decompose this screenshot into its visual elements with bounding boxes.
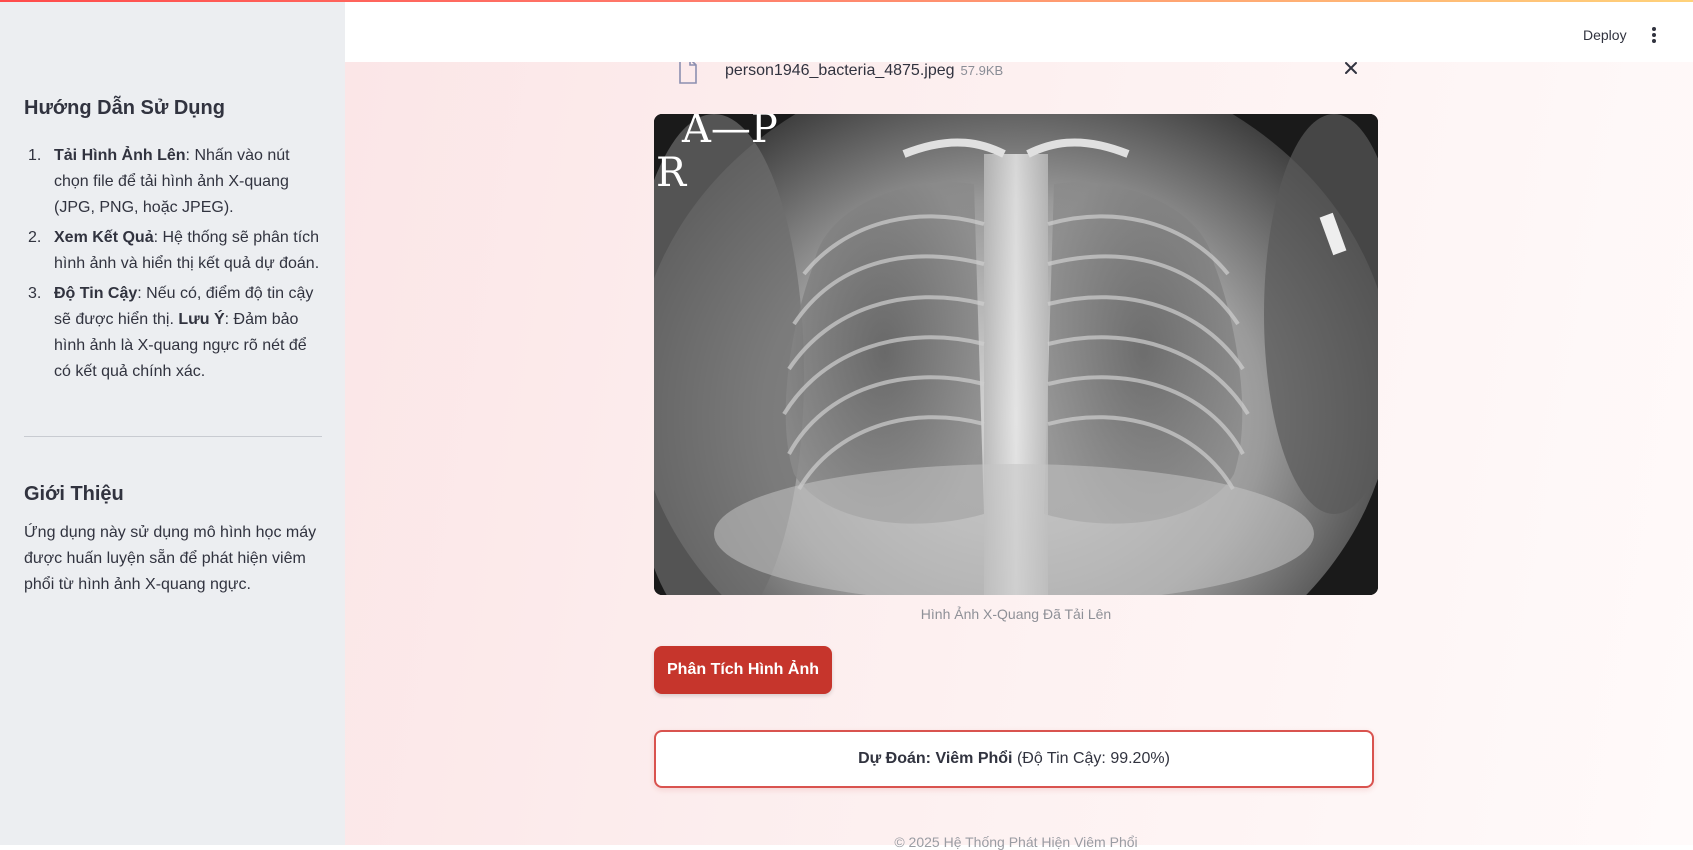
xray-label-r: R [656,150,688,196]
xray-image: A—P R [654,114,1378,595]
close-icon[interactable] [1343,60,1359,76]
file-name: person1946_bacteria_4875.jpeg 57.9KB [725,62,1003,80]
uploaded-file: person1946_bacteria_4875.jpeg 57.9KB [678,58,1358,88]
prediction-result: Dự Đoán: Viêm Phổi (Độ Tin Cậy: 99.20%) [654,730,1374,788]
guide-step-2: 2. Xem Kết Quả: Hệ thống sẽ phân tích hì… [24,225,322,277]
step-title: Độ Tin Cậy [54,285,138,302]
step-number: 1. [28,147,42,164]
kebab-menu-icon[interactable] [1647,26,1661,44]
confidence-value: (Độ Tin Cậy: 99.20%) [1016,750,1170,767]
sidebar-divider [24,436,322,437]
guide-step-1: 1. Tải Hình Ảnh Lên: Nhấn vào nút chọn f… [24,143,322,221]
footer-text: © 2025 Hệ Thống Phát Hiện Viêm Phổi [894,834,1138,850]
analyze-button[interactable]: Phân Tích Hình Ảnh [654,646,832,694]
note-title: Lưu Ý [178,311,225,328]
guide-title: Hướng Dẫn Sử Dụng [24,97,225,119]
xray-label-ap: A—P [681,114,778,152]
intro-title: Giới Thiệu [24,483,124,505]
image-caption: Hình Ảnh X-Quang Đã Tải Lên [920,606,1112,622]
intro-text: Ứng dụng này sử dụng mô hình học máy đượ… [24,524,317,593]
guide-steps: 1. Tải Hình Ảnh Lên: Nhấn vào nút chọn f… [24,143,322,389]
step-title: Xem Kết Quả [54,229,154,246]
guide-step-3: 3. Độ Tin Cậy: Nếu có, điểm độ tin cậy s… [24,281,322,385]
file-size: 57.9KB [960,63,1004,78]
deploy-button[interactable]: Deploy [1583,27,1627,43]
step-title: Tải Hình Ảnh Lên [54,147,186,164]
xray-picture: A—P R [654,114,1378,595]
app-header [345,0,1693,62]
step-number: 3. [28,285,42,302]
sidebar: Hướng Dẫn Sử Dụng 1. Tải Hình Ảnh Lên: N… [0,0,345,845]
file-name-text: person1946_bacteria_4875.jpeg [725,62,955,79]
top-decoration-bar [0,0,1693,2]
prediction-label: Dự Đoán: Viêm Phổi [858,750,1013,767]
step-number: 2. [28,229,42,246]
